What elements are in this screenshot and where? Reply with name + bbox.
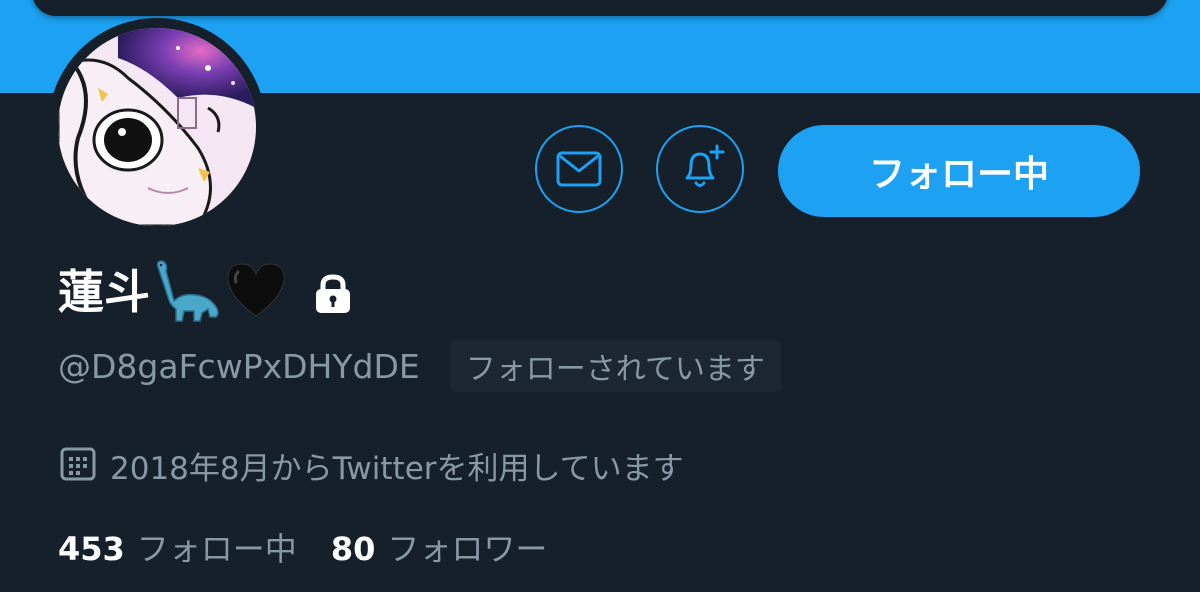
display-name: 蓮斗 xyxy=(58,265,150,319)
follows-you-badge: フォローされています xyxy=(449,340,781,392)
screen-name: @D8gaFcwPxDHYdDE xyxy=(58,346,420,386)
display-name-row: 蓮斗 xyxy=(58,256,354,328)
message-button[interactable] xyxy=(535,125,623,213)
followers-label: フォロワー xyxy=(387,530,548,568)
following-button[interactable]: フォロー中 xyxy=(778,125,1140,217)
avatar[interactable] xyxy=(58,28,256,226)
bell-plus-icon xyxy=(685,144,725,187)
followers-count: 80 xyxy=(330,530,376,568)
followers-stat[interactable]: 80 フォロワー xyxy=(331,524,548,570)
join-date-text: 2018年8月からTwitterを利用しています xyxy=(110,450,684,487)
envelope-icon xyxy=(556,151,602,187)
black-heart-emoji xyxy=(224,260,288,324)
avatar-image xyxy=(58,28,256,226)
calendar-icon xyxy=(60,445,96,485)
sauropod-emoji xyxy=(152,257,222,327)
following-stat[interactable]: 453 フォロー中 xyxy=(58,524,297,570)
follow-stats: 453 フォロー中 80 フォロワー xyxy=(58,522,547,572)
join-date-row: 2018年8月からTwitterを利用しています xyxy=(60,440,684,490)
following-label: フォロー中 xyxy=(136,530,297,568)
lock-icon xyxy=(312,273,354,319)
top-bar xyxy=(32,0,1168,16)
following-count: 453 xyxy=(58,530,125,568)
notification-button[interactable] xyxy=(656,125,744,213)
handle-row: @D8gaFcwPxDHYdDE フォローされています xyxy=(58,340,781,392)
